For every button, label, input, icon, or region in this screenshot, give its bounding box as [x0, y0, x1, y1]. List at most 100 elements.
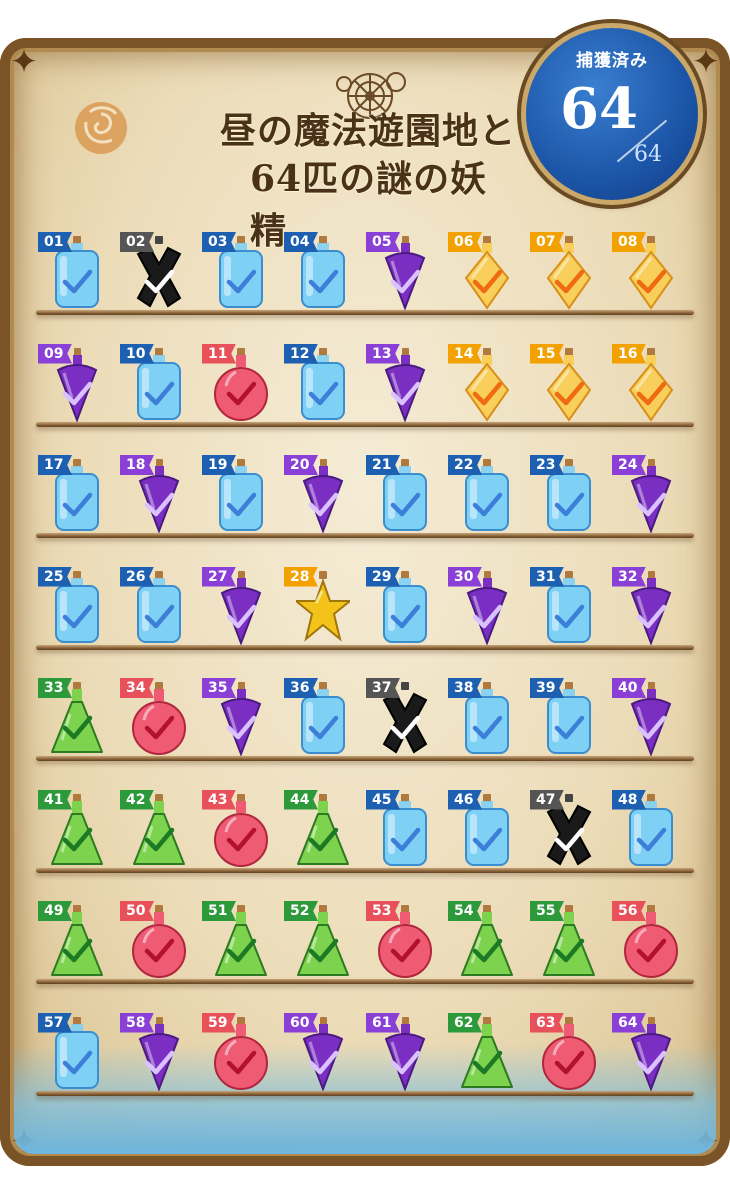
fairy-slot-54[interactable]: 54 [448, 901, 518, 981]
shelf-2 [36, 421, 694, 427]
fairy-slot-42[interactable]: 42 [120, 789, 190, 870]
fairy-slot-14[interactable]: 14 [448, 343, 518, 424]
fairy-slot-20[interactable]: 20 [284, 455, 354, 535]
fairy-number-tag: 27 [202, 566, 236, 587]
fairy-slot-37[interactable]: 37 [366, 678, 436, 758]
fairy-number-tag: 10 [120, 343, 154, 364]
fairy-slot-22[interactable]: 22 [448, 455, 518, 535]
fairy-number-tag: 17 [38, 455, 72, 475]
fairy-number-tag: 55 [530, 901, 564, 921]
fairy-slot-17[interactable]: 17 [38, 455, 108, 535]
shelf-1 [36, 310, 694, 315]
fairy-slot-63[interactable]: 63 [530, 1012, 600, 1093]
fairy-number-tag: 35 [202, 678, 236, 698]
fairy-number-tag: 07 [530, 232, 564, 252]
title-line-1: 昼の魔法遊園地と [220, 110, 517, 152]
fairy-number-tag: 42 [120, 789, 154, 810]
fairy-slot-35[interactable]: 35 [202, 678, 272, 758]
fairy-slot-07[interactable]: 07 [530, 232, 600, 312]
fairy-slot-49[interactable]: 49 [38, 901, 108, 981]
fairy-slot-21[interactable]: 21 [366, 455, 436, 535]
fairy-slot-59[interactable]: 59 [202, 1012, 272, 1093]
fairy-number-tag: 12 [284, 343, 318, 364]
fairy-slot-13[interactable]: 13 [366, 343, 436, 424]
fairy-slot-40[interactable]: 40 [612, 678, 682, 758]
fairy-slot-08[interactable]: 08 [612, 232, 682, 312]
fairy-number-tag: 26 [120, 566, 154, 587]
fairy-number-tag: 46 [448, 789, 482, 810]
fairy-number-tag: 16 [612, 343, 646, 364]
fairy-slot-03[interactable]: 03 [202, 232, 272, 312]
fairy-number-tag: 51 [202, 901, 236, 921]
total-count: 64 [634, 142, 662, 167]
fairy-slot-09[interactable]: 09 [38, 343, 108, 424]
fairy-slot-39[interactable]: 39 [530, 678, 600, 758]
fairy-slot-50[interactable]: 50 [120, 901, 190, 981]
fairy-slot-38[interactable]: 38 [448, 678, 518, 758]
fairy-slot-36[interactable]: 36 [284, 678, 354, 758]
fairy-slot-64[interactable]: 64 [612, 1012, 682, 1093]
fairy-number-tag: 18 [120, 455, 154, 475]
fairy-slot-47[interactable]: 47 [530, 789, 600, 870]
fairy-slot-15[interactable]: 15 [530, 343, 600, 424]
fairy-slot-23[interactable]: 23 [530, 455, 600, 535]
fairy-number-tag: 43 [202, 789, 236, 810]
fairy-slot-29[interactable]: 29 [366, 566, 436, 647]
fairy-number-tag: 28 [284, 566, 318, 587]
fairy-slot-58[interactable]: 58 [120, 1012, 190, 1093]
fairy-number-tag: 49 [38, 901, 72, 921]
fairy-number-tag: 02 [120, 232, 154, 252]
fairy-slot-11[interactable]: 11 [202, 343, 272, 424]
fairy-number-tag: 47 [530, 789, 564, 810]
fairy-slot-28[interactable]: 28 [284, 566, 354, 647]
fairy-number-tag: 41 [38, 789, 72, 810]
fairy-slot-45[interactable]: 45 [366, 789, 436, 870]
fairy-slot-02[interactable]: 02 [120, 232, 190, 312]
fairy-number-tag: 19 [202, 455, 236, 475]
fairy-number-tag: 53 [366, 901, 400, 921]
fairy-slot-04[interactable]: 04 [284, 232, 354, 312]
shelf-6 [36, 867, 694, 873]
fairy-number-tag: 20 [284, 455, 318, 475]
fairy-slot-25[interactable]: 25 [38, 566, 108, 647]
fairy-slot-26[interactable]: 26 [120, 566, 190, 647]
fairy-slot-30[interactable]: 30 [448, 566, 518, 647]
fairy-slot-31[interactable]: 31 [530, 566, 600, 647]
fairy-slot-05[interactable]: 05 [366, 232, 436, 312]
fairy-slot-60[interactable]: 60 [284, 1012, 354, 1093]
fairy-slot-53[interactable]: 53 [366, 901, 436, 981]
fairy-slot-43[interactable]: 43 [202, 789, 272, 870]
fairy-slot-01[interactable]: 01 [38, 232, 108, 312]
fairy-slot-46[interactable]: 46 [448, 789, 518, 870]
fairy-number-tag: 32 [612, 566, 646, 587]
fairy-number-tag: 54 [448, 901, 482, 921]
fairy-slot-32[interactable]: 32 [612, 566, 682, 647]
fairy-number-tag: 45 [366, 789, 400, 810]
fairy-slot-61[interactable]: 61 [366, 1012, 436, 1093]
fairy-slot-52[interactable]: 52 [284, 901, 354, 981]
fairy-slot-06[interactable]: 06 [448, 232, 518, 312]
fairy-slot-51[interactable]: 51 [202, 901, 272, 981]
fairy-slot-12[interactable]: 12 [284, 343, 354, 424]
fairy-slot-18[interactable]: 18 [120, 455, 190, 535]
fairy-slot-57[interactable]: 57 [38, 1012, 108, 1093]
fairy-slot-10[interactable]: 10 [120, 343, 190, 424]
fairy-number-tag: 15 [530, 343, 564, 364]
fairy-slot-33[interactable]: 33 [38, 678, 108, 758]
fairy-slot-48[interactable]: 48 [612, 789, 682, 870]
fairy-slot-44[interactable]: 44 [284, 789, 354, 870]
fairy-slot-19[interactable]: 19 [202, 455, 272, 535]
fairy-slot-27[interactable]: 27 [202, 566, 272, 647]
rose-emblem-icon [75, 102, 127, 154]
fairy-number-tag: 23 [530, 455, 564, 475]
fairy-slot-62[interactable]: 62 [448, 1012, 518, 1093]
fairy-slot-34[interactable]: 34 [120, 678, 190, 758]
fairy-slot-41[interactable]: 41 [38, 789, 108, 870]
fairy-slot-24[interactable]: 24 [612, 455, 682, 535]
captured-count: 64 [560, 76, 638, 142]
fairy-slot-55[interactable]: 55 [530, 901, 600, 981]
fairy-slot-56[interactable]: 56 [612, 901, 682, 981]
fairy-number-tag: 13 [366, 343, 400, 364]
fairy-number-tag: 63 [530, 1012, 564, 1033]
fairy-slot-16[interactable]: 16 [612, 343, 682, 424]
